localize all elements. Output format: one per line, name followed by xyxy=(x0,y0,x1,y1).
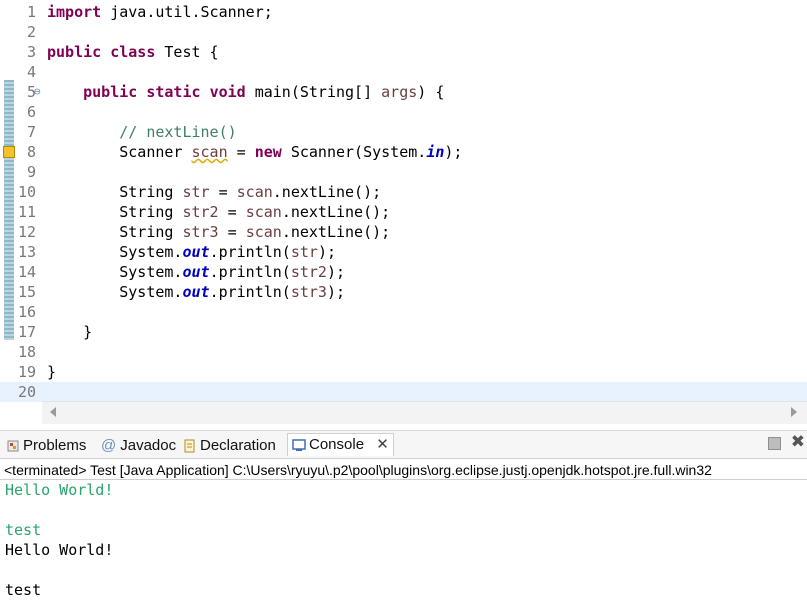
code-line[interactable]: 10 String str = scan.nextLine(); xyxy=(0,182,807,202)
code-line[interactable]: 9 xyxy=(0,162,807,182)
code-line[interactable]: 20 xyxy=(0,382,807,402)
code-text: System.out.println(str); xyxy=(47,243,336,261)
minimize-view-icon[interactable] xyxy=(768,437,781,450)
code-line[interactable]: 13 System.out.println(str); xyxy=(0,242,807,262)
code-line[interactable]: 17 } xyxy=(0,322,807,342)
tab-javadoc-label: Javadoc xyxy=(120,437,177,454)
code-text: String str2 = scan.nextLine(); xyxy=(47,203,391,221)
line-number: 16 xyxy=(17,303,36,321)
code-text: } xyxy=(47,363,57,381)
line-number: 17 xyxy=(17,323,36,341)
code-line[interactable]: 3 public class Test { xyxy=(0,42,807,62)
declaration-icon xyxy=(184,439,195,453)
code-line[interactable]: 2 xyxy=(0,22,807,42)
tab-console[interactable]: Console ✕ xyxy=(287,433,394,456)
code-editor[interactable]: 1 import java.util.Scanner; 2 3 public class… xyxy=(0,0,807,402)
code-line[interactable]: 16 xyxy=(0,302,807,322)
code-text: } xyxy=(47,323,93,341)
line-number: 4 xyxy=(26,63,36,81)
horizontal-scrollbar[interactable] xyxy=(42,401,807,424)
console-status-line: <terminated> Test [Java Application] C:\… xyxy=(0,458,807,480)
tab-problems[interactable]: Problems xyxy=(6,435,86,457)
line-number: 5 xyxy=(26,83,36,101)
line-number: 11 xyxy=(17,203,36,221)
code-line[interactable]: 4 xyxy=(0,62,807,82)
tab-declaration[interactable]: Declaration xyxy=(183,435,276,457)
line-number: 12 xyxy=(17,223,36,241)
code-line[interactable]: 1 import java.util.Scanner; xyxy=(0,2,807,22)
line-number: 3 xyxy=(26,43,36,61)
bottom-view-tabs: Problems @ Javadoc Declaration Console ✕ … xyxy=(0,430,807,459)
line-number: 7 xyxy=(26,123,36,141)
code-line[interactable]: 19} xyxy=(0,362,807,382)
code-line[interactable]: 12 String str3 = scan.nextLine(); xyxy=(0,222,807,242)
code-text: // nextLine() xyxy=(47,123,237,141)
tab-console-label: Console xyxy=(309,436,365,453)
line-number: 8 xyxy=(26,143,36,161)
fold-collapse-icon[interactable]: ⊖ xyxy=(34,82,41,102)
line-number: 2 xyxy=(26,23,36,41)
line-number: 1 xyxy=(26,3,36,21)
console-line: test xyxy=(5,581,42,599)
console-line: Hello World! xyxy=(5,541,114,559)
warning-icon[interactable] xyxy=(3,146,15,158)
code-text: public class Test { xyxy=(47,43,219,61)
code-text: public static void main(String[] args) { xyxy=(83,83,445,101)
code-line[interactable]: 5 ⊖ public static void main(String[] args… xyxy=(0,82,807,102)
code-line[interactable]: 6 xyxy=(0,102,807,122)
maximize-view-icon[interactable]: ✖ xyxy=(791,432,805,452)
code-line[interactable]: 7 // nextLine() xyxy=(0,122,807,142)
line-number: 20 xyxy=(17,383,36,401)
javadoc-icon: @ xyxy=(101,437,117,454)
code-line[interactable]: 14 System.out.println(str2); xyxy=(0,262,807,282)
line-number: 18 xyxy=(17,343,36,361)
line-number: 9 xyxy=(26,163,36,181)
code-text: import java.util.Scanner; xyxy=(47,3,273,21)
console-icon xyxy=(292,439,306,452)
code-line[interactable]: 11 String str2 = scan.nextLine(); xyxy=(0,202,807,222)
console-output[interactable]: Hello World! test Hello World! test xyxy=(0,480,807,611)
code-text: String str3 = scan.nextLine(); xyxy=(47,223,391,241)
code-line[interactable]: 15 System.out.println(str3); xyxy=(0,282,807,302)
close-icon[interactable]: ✕ xyxy=(376,436,389,453)
line-number: 13 xyxy=(17,243,36,261)
code-text: System.out.println(str3); xyxy=(47,283,346,301)
scroll-left-icon[interactable] xyxy=(50,407,56,417)
line-number: 15 xyxy=(17,283,36,301)
tab-declaration-label: Declaration xyxy=(200,437,276,454)
code-text: System.out.println(str2); xyxy=(47,263,346,281)
problems-icon xyxy=(7,440,19,452)
code-text: String str = scan.nextLine(); xyxy=(47,183,382,201)
tab-problems-label: Problems xyxy=(23,437,87,454)
console-line: Hello World! xyxy=(5,481,114,499)
code-text: Scanner scan = new Scanner(System.in); xyxy=(47,143,463,161)
code-line[interactable]: 18 xyxy=(0,342,807,362)
line-number: 19 xyxy=(17,363,36,381)
console-line: test xyxy=(5,521,42,539)
line-number: 14 xyxy=(17,263,36,281)
code-line[interactable]: 8 Scanner scan = new Scanner(System.in); xyxy=(0,142,807,162)
line-number: 6 xyxy=(26,103,36,121)
scroll-right-icon[interactable] xyxy=(791,407,797,417)
tab-javadoc[interactable]: @ Javadoc xyxy=(101,435,176,457)
line-number: 10 xyxy=(17,183,36,201)
